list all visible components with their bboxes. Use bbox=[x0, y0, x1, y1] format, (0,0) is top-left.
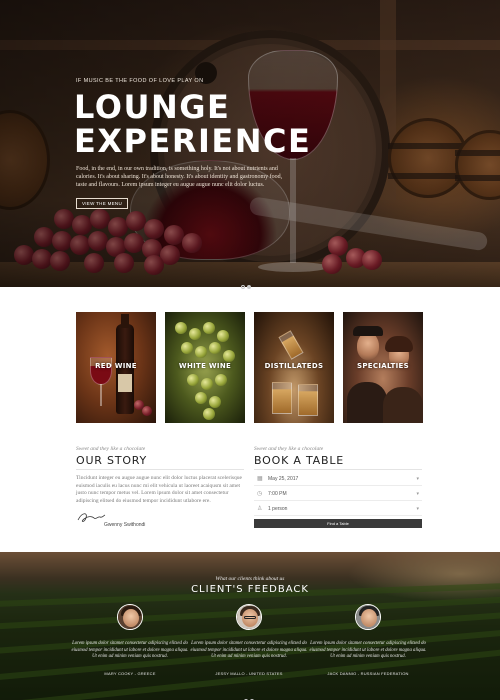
slider-dot-active[interactable] bbox=[247, 285, 251, 289]
time-value: 7:00 PM bbox=[268, 491, 287, 497]
people-field[interactable]: ♙ 1 person ▾ bbox=[254, 503, 422, 516]
feedback-kicker: What our clients think about us bbox=[215, 576, 285, 582]
chevron-down-icon: ▾ bbox=[416, 491, 419, 497]
story-kicker: Sweet and they like a chocolate bbox=[76, 446, 146, 452]
people-value: 1 person bbox=[268, 506, 288, 512]
testimonial-quote: Lorem ipsum dolor sitamet consectetur ad… bbox=[71, 641, 189, 659]
slider-dot[interactable] bbox=[241, 285, 245, 289]
feedback-slider-dots bbox=[243, 690, 255, 700]
calendar-icon: ▦ bbox=[257, 476, 263, 482]
divider bbox=[254, 469, 422, 470]
view-menu-button[interactable]: VIEW THE MENU bbox=[76, 198, 128, 209]
signature-name: Gwenny Swithondi bbox=[104, 522, 146, 528]
user-icon: ♙ bbox=[257, 506, 263, 512]
category-label: WHITE WINE bbox=[178, 362, 232, 370]
avatar bbox=[117, 604, 143, 630]
testimonial-quote: Lorem ipsum dolor sitamet consectetur ad… bbox=[190, 641, 308, 659]
booking-title: BOOK A TABLE bbox=[254, 454, 345, 467]
hero-eyebrow: IF MUSIC BE THE FOOD OF LOVE PLAY ON bbox=[76, 78, 204, 84]
time-field[interactable]: ◷ 7:00 PM ▾ bbox=[254, 488, 422, 501]
person-image bbox=[383, 387, 423, 423]
hero-description: Food, in the end, in our own tradition, … bbox=[76, 166, 283, 188]
grape bbox=[142, 406, 152, 416]
booking-kicker: Sweet and they like a chocolate bbox=[254, 446, 324, 452]
testimonial-author: JESSY MALLO - UNITED STATES bbox=[215, 671, 283, 676]
story-title: OUR STORY bbox=[76, 454, 148, 467]
shot-glass-image bbox=[272, 382, 292, 414]
category-label: DISTILLATEDS bbox=[264, 362, 324, 370]
signature-image bbox=[77, 513, 106, 522]
person-face bbox=[357, 332, 379, 360]
testimonial-author: JACK DANNIO - RUSSIAN FEDERATION bbox=[327, 671, 409, 676]
find-table-button[interactable]: Find a Table bbox=[254, 519, 422, 528]
category-card-distilleds[interactable]: DISTILLATEDS bbox=[254, 312, 334, 423]
category-label: RED WINE bbox=[95, 362, 137, 370]
date-value: May 25, 2017 bbox=[268, 476, 299, 482]
divider bbox=[76, 469, 244, 470]
clock-icon: ◷ bbox=[257, 491, 263, 497]
category-label: SPECIALTIES bbox=[357, 362, 409, 370]
hair bbox=[385, 336, 413, 352]
category-card-red-wine[interactable]: RED WINE bbox=[76, 312, 156, 423]
chevron-down-icon: ▾ bbox=[416, 506, 419, 512]
feedback-title: CLIENT'S FEEDBACK bbox=[191, 584, 309, 595]
category-card-white-wine[interactable]: WHITE WINE bbox=[165, 312, 245, 423]
wine-glass-stem bbox=[100, 384, 102, 406]
hero-title-line: LOUNGE bbox=[74, 88, 231, 126]
chevron-down-icon: ▾ bbox=[416, 476, 419, 482]
avatar bbox=[236, 604, 262, 630]
person-image bbox=[347, 382, 387, 423]
testimonial-quote: Lorem ipsum dolor sitamet consectetur ad… bbox=[309, 641, 427, 659]
pouring-bottle-image bbox=[278, 330, 304, 360]
category-card-specialties[interactable]: SPECIALTIES bbox=[343, 312, 423, 423]
shot-glass-image bbox=[298, 384, 318, 416]
hero-title: LOUNGE EXPERIENCE bbox=[74, 90, 311, 158]
avatar bbox=[355, 604, 381, 630]
story-text: Tincidunt integer eu augue augue nunc el… bbox=[76, 475, 242, 504]
hat bbox=[353, 326, 383, 336]
testimonial-author: MARY COOKY - GREECE bbox=[104, 671, 156, 676]
hero-title-line: EXPERIENCE bbox=[74, 122, 312, 160]
date-field[interactable]: ▦ May 25, 2017 ▾ bbox=[254, 473, 422, 486]
hero-slider-dots bbox=[240, 276, 252, 294]
